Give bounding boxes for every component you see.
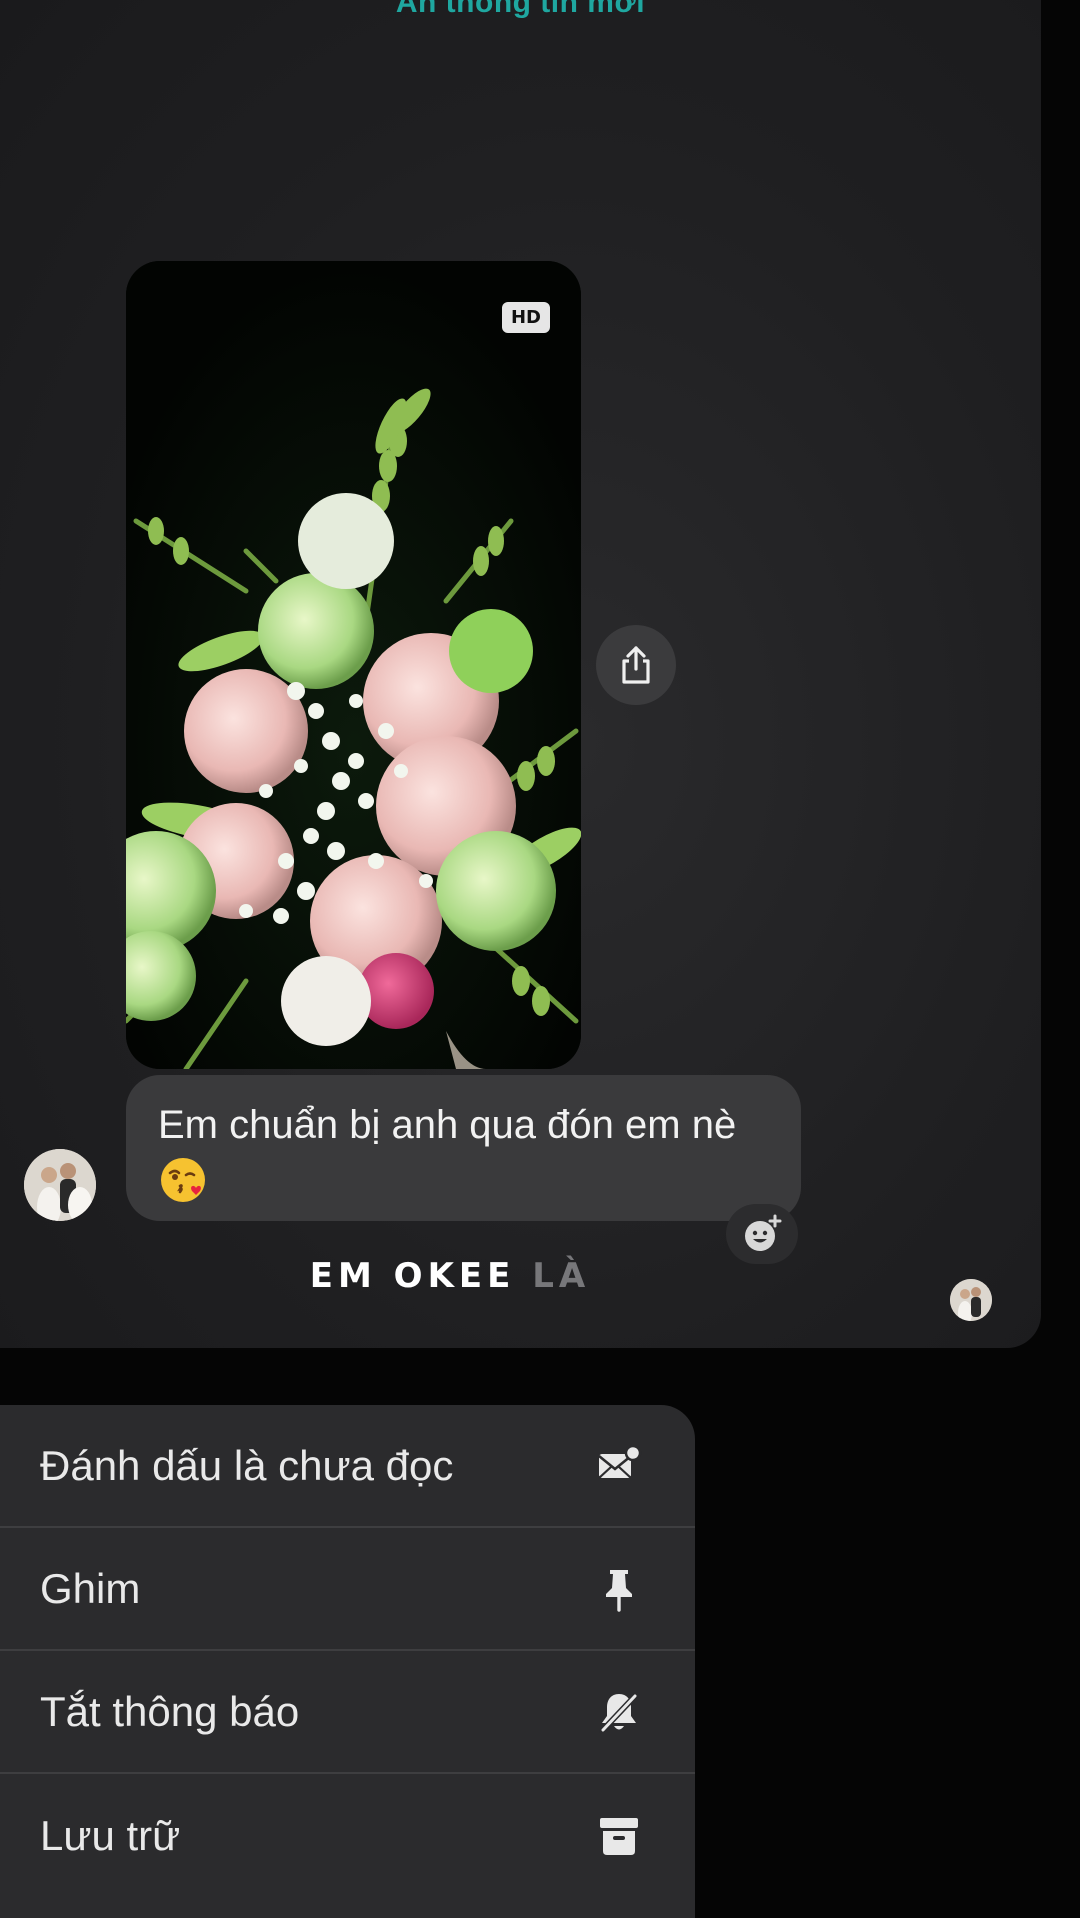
read-receipt-photo [950, 1279, 992, 1321]
screen: Ẩn thông tin mới HD Em chuẩn bị anh qua … [0, 0, 1080, 1918]
message-bubble[interactable]: Em chuẩn bị anh qua đón em nè [126, 1075, 801, 1221]
menu-item-label: Ghim [40, 1564, 141, 1612]
message-text: Em chuẩn bị anh qua đón em nè [158, 1103, 737, 1147]
hd-badge: HD [502, 302, 550, 333]
caption-lit-text: EM OKEE [309, 1256, 533, 1296]
lyrics-caption: EM OKEE LÀ [0, 1256, 900, 1296]
context-menu: Đánh dấu là chưa đọc Ghim Tắt thông báo … [0, 1405, 695, 1918]
bouquet-photo [126, 261, 581, 1069]
menu-item-pin[interactable]: Ghim [0, 1528, 695, 1651]
mark-unread-icon [595, 1442, 643, 1490]
archive-icon [595, 1812, 643, 1860]
menu-item-label: Tắt thông báo [40, 1687, 300, 1735]
read-receipt-avatar [950, 1279, 992, 1321]
menu-item-mark-unread[interactable]: Đánh dấu là chưa đọc [0, 1405, 695, 1528]
menu-item-label: Lưu trữ [40, 1811, 181, 1859]
new-info-banner[interactable]: Ẩn thông tin mới [0, 0, 1041, 20]
contact-avatar[interactable] [24, 1149, 96, 1221]
chat-preview-card: Ẩn thông tin mới HD Em chuẩn bị anh qua … [0, 0, 1041, 1348]
mute-bell-icon [595, 1688, 643, 1736]
share-icon [622, 646, 650, 684]
photo-message[interactable] [126, 261, 581, 1069]
pin-icon [595, 1565, 643, 1613]
caption-dim-text: LÀ [532, 1256, 591, 1296]
add-reaction-icon [745, 1214, 782, 1251]
menu-item-label: Đánh dấu là chưa đọc [40, 1441, 454, 1489]
menu-item-mute[interactable]: Tắt thông báo [0, 1651, 695, 1774]
share-button[interactable] [596, 625, 676, 705]
avatar-photo [24, 1149, 96, 1221]
add-reaction-button[interactable] [726, 1204, 798, 1264]
menu-item-archive[interactable]: Lưu trữ [0, 1774, 695, 1897]
face-blowing-a-kiss-emoji [161, 1158, 205, 1202]
